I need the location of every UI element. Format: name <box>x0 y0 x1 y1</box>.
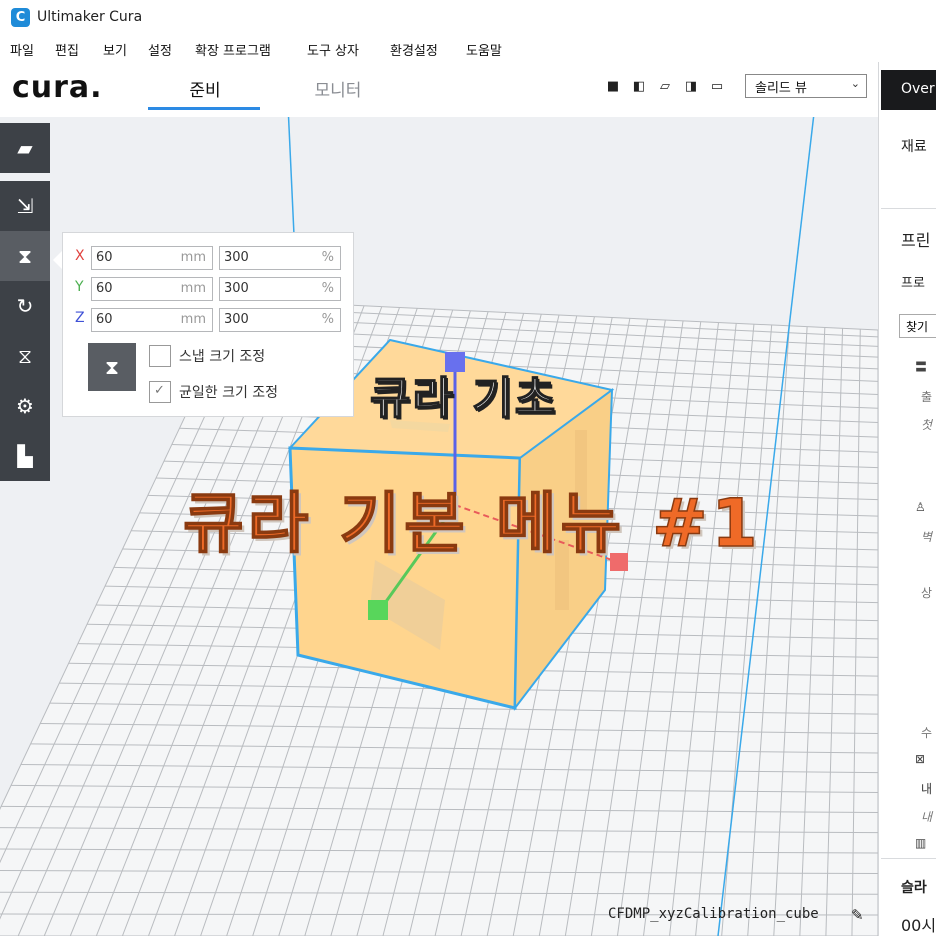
x-axis-label: X <box>75 248 85 264</box>
right-view-icon[interactable]: ▭ <box>710 80 724 94</box>
mirror-tool-button[interactable]: ⧖ <box>0 331 50 381</box>
z-size-input[interactable]: 60 mm <box>91 308 213 332</box>
toolbar-divider <box>0 173 50 179</box>
tab-monitor[interactable]: 모니터 <box>283 76 393 101</box>
x-percent-input[interactable]: 300% <box>219 246 341 270</box>
setting-row: 첫 <box>921 418 933 432</box>
x-size-input[interactable]: 60 mm <box>91 246 213 270</box>
top-view-icon[interactable]: ▱ <box>658 80 672 94</box>
menu-extensions[interactable]: 확장 프로그램 <box>195 40 271 59</box>
menu-settings[interactable]: 설정 <box>148 40 172 59</box>
menu-preferences[interactable]: 환경설정 <box>390 40 438 59</box>
quality-icon: 〓 <box>915 360 928 374</box>
scale-tool-button[interactable]: ⧗ <box>0 231 50 281</box>
z-axis-label: Z <box>75 310 85 326</box>
3d-view-icon[interactable]: ■ <box>606 80 620 94</box>
tab-prepare-underline <box>148 107 260 110</box>
z-percent-input[interactable]: 300% <box>219 308 341 332</box>
view-type-value: 솔리드 뷰 <box>755 81 807 96</box>
menu-view[interactable]: 보기 <box>103 40 127 59</box>
overlay-subtitle: 큐라 기초 <box>369 372 558 425</box>
overlay-title: 큐라 기본 메뉴 #1 <box>182 484 762 563</box>
folder-icon: ▰ <box>17 136 33 160</box>
panel-divider <box>881 208 936 209</box>
model-filename: CFDMP_xyzCalibration_cube <box>608 906 819 922</box>
menu-file[interactable]: 파일 <box>10 40 34 59</box>
open-file-button[interactable]: ▰ <box>0 123 50 173</box>
rotate-tool-icon: ↻ <box>16 294 34 318</box>
settings-search-input[interactable]: 찾기 <box>899 314 936 338</box>
y-size-input[interactable]: 60 mm <box>91 277 213 301</box>
material-label: 재료 <box>901 139 927 155</box>
slice-label: 슬라 <box>901 880 927 896</box>
scale-tool-panel: X 60 mm 300% Y 60 mm 300% Z 60 mm 300% ⧗ 스냅… <box>62 232 354 417</box>
tab-prepare[interactable]: 준비 <box>150 76 260 101</box>
cura-logo: cura. <box>12 70 103 105</box>
setting-row: 출 <box>921 390 933 404</box>
snap-scaling-label: 스냅 크기 조정 <box>179 349 266 365</box>
reset-scale-button[interactable]: ⧗ <box>88 343 136 391</box>
reset-scale-icon: ⧗ <box>104 355 120 379</box>
per-model-settings-button[interactable]: ⚙ <box>0 381 50 431</box>
snap-scaling-checkbox[interactable] <box>149 345 171 367</box>
chevron-down-icon: ⌄ <box>850 77 860 90</box>
menu-bar: 파일 편집 보기 설정 확장 프로그램 도구 상자 환경설정 도움말 <box>0 36 936 62</box>
window-titlebar: C Ultimaker Cura <box>0 0 936 36</box>
edit-pencil-icon[interactable]: ✎ <box>851 906 864 924</box>
uniform-scaling-label: 균일한 크기 조정 <box>179 385 279 401</box>
mirror-tool-icon: ⧖ <box>17 344 33 368</box>
build-volume-edge-left <box>287 117 295 236</box>
menu-edit[interactable]: 편집 <box>55 40 79 59</box>
setting-row: 내 <box>921 782 933 796</box>
cura-app-icon: C <box>11 8 30 27</box>
left-toolbar: ▰ ⇲ ⧗ ↻ ⧖ ⚙ ▙ <box>0 123 50 506</box>
y-percent-input[interactable]: 300% <box>219 277 341 301</box>
support-blocker-icon: ▙ <box>17 444 33 468</box>
left-view-icon[interactable]: ◨ <box>684 80 698 94</box>
material-icon: ▥ <box>915 836 927 850</box>
move-tool-icon: ⇲ <box>16 194 34 218</box>
shell-icon: ♙ <box>915 500 926 514</box>
print-settings-title: 프린 <box>901 231 931 250</box>
move-tool-button[interactable]: ⇲ <box>0 181 50 231</box>
setting-row: 벽 <box>921 530 933 544</box>
print-time: 00시 <box>901 916 936 935</box>
support-blocker-button[interactable]: ▙ <box>0 431 50 481</box>
panel-divider <box>881 858 936 859</box>
window-title: Ultimaker Cura <box>37 9 143 25</box>
menu-help[interactable]: 도움말 <box>466 40 502 59</box>
per-model-settings-icon: ⚙ <box>16 394 34 418</box>
setting-row: 내 <box>921 810 933 824</box>
setting-row: 상 <box>921 586 933 600</box>
y-axis-handle <box>368 600 388 620</box>
infill-icon: ⊠ <box>915 752 926 766</box>
uniform-scaling-checkbox[interactable]: ✓ <box>149 381 171 403</box>
print-settings-panel: Over 재료 프린 프로 찾기 〓 출 첫 ♙ 벽 상 수 ⊠ 내 내 ▥ 슬… <box>878 62 936 936</box>
stage-header: cura. 준비 모니터 ■ ◧ ▱ ◨ ▭ 솔리드 뷰 ⌄ <box>0 62 878 117</box>
y-axis-label: Y <box>75 279 84 295</box>
rotate-tool-button[interactable]: ↻ <box>0 281 50 331</box>
menu-marketplace[interactable]: 도구 상자 <box>307 40 359 59</box>
checkmark-icon: ✓ <box>154 383 165 398</box>
profile-label: 프로 <box>901 276 925 291</box>
setting-row: 수 <box>921 726 933 740</box>
scale-tool-icon: ⧗ <box>17 244 33 268</box>
front-view-icon[interactable]: ◧ <box>632 80 646 94</box>
overview-button[interactable]: Over <box>881 70 936 110</box>
view-type-select[interactable]: 솔리드 뷰 ⌄ <box>745 74 867 98</box>
